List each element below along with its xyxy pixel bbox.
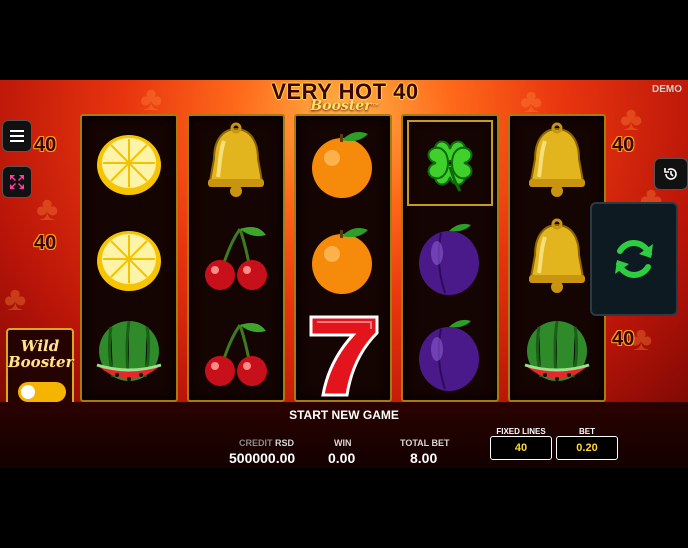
four-leaf-clover-icon [427,140,473,192]
reel-1 [80,114,178,402]
refresh-spin-icon [615,240,653,278]
symbol-orange [296,116,390,210]
bet-selector[interactable]: 0.20 [556,436,618,460]
payline-number: 40 [34,232,57,254]
spin-button[interactable] [590,202,678,316]
fullscreen-button[interactable] [2,166,32,198]
watermelon-icon [96,320,162,382]
total-bet-label: TOTAL BET [400,438,450,448]
credit-value: 500000.00 [229,450,296,466]
symbol-lemon [82,116,176,210]
total-bet-value: 8.00 [410,450,438,466]
symbol-cherries [189,308,283,402]
game-logo: VERY HOT 40 Booster™ [250,81,440,116]
toggle-knob [21,385,35,399]
cherries-icon [205,227,267,290]
payline-number: 40 [34,134,57,156]
symbol-orange [296,212,390,306]
symbol-bell [189,116,283,210]
fixed-lines-label: FIXED LINES [496,427,546,436]
reel-3 [294,114,392,402]
symbol-cherries [189,212,283,306]
reel-grid [80,114,606,402]
lemon-icon [97,231,161,291]
bell-icon [529,122,585,197]
wild-booster-title: Wild Booster [8,337,74,371]
symbol-lemon [82,212,176,306]
plum-icon [419,223,479,295]
wild-booster-panel: Wild Booster [6,328,74,410]
symbol-plum [403,308,497,402]
fixed-lines-value: 40 [490,436,552,460]
symbol-seven [296,308,390,402]
reel-2 [187,114,285,402]
background-clover-icon: ♣ [36,190,59,228]
background-clover-icon: ♣ [4,280,27,318]
bet-label: BET [579,427,595,436]
symbol-bell [510,116,604,210]
reel-4 [401,114,499,402]
watermelon-icon [524,320,590,382]
payline-number: 40 [612,328,635,350]
symbol-plum [403,212,497,306]
lemon-icon [97,135,161,195]
fullscreen-arrows-icon [10,175,24,189]
letterbox-top [0,0,688,80]
demo-label: DEMO [652,84,682,95]
payline-number: 40 [612,134,635,156]
status-message: START NEW GAME [289,408,399,422]
orange-icon [312,132,372,198]
symbol-watermelon [510,308,604,402]
wild-booster-toggle[interactable] [18,382,66,402]
credit-label: CREDIT RSD [239,438,295,448]
symbol-watermelon [82,308,176,402]
cherries-icon [205,323,267,386]
win-label: WIN [334,438,352,448]
hamburger-menu-icon [10,130,24,142]
bell-icon [529,218,585,293]
symbol-clover [403,116,497,210]
history-button[interactable] [654,158,688,190]
orange-icon [312,228,372,294]
win-value: 0.00 [328,450,356,466]
plum-icon [419,319,479,391]
letterbox-bottom [0,468,688,548]
lucky-seven-icon [309,315,379,397]
bell-icon [208,122,264,197]
history-clock-icon [664,168,677,180]
menu-button[interactable] [2,120,32,152]
